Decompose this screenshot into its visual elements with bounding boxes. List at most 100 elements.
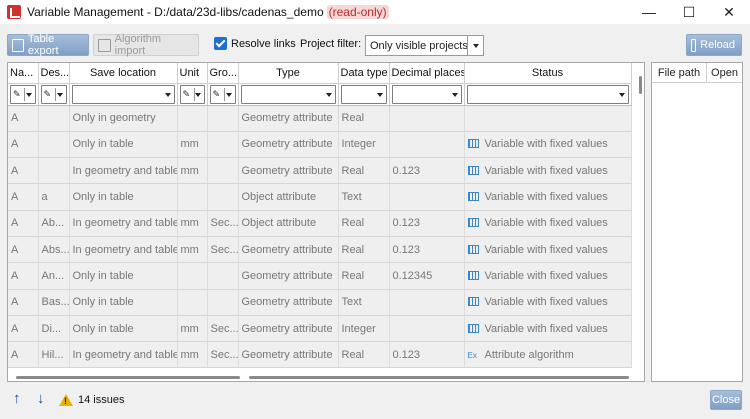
column-header[interactable]: Decimal places [389,63,465,84]
column-header-file-path[interactable]: File path [652,63,707,82]
pencil-icon: ✎ [43,88,52,99]
column-filter-input[interactable]: ✎ [10,84,36,104]
table-cell: mm [177,236,208,264]
footer: ↑ ↓ 14 issues Close [0,388,750,412]
algorithm-icon: Ex [467,350,477,360]
table-cell [389,131,465,159]
algorithm-import-button[interactable]: Algorithm import [93,33,199,57]
table-cell: Real [338,262,390,290]
table-cell [38,157,70,185]
chevron-down-icon [25,92,32,97]
horizontal-scrollbar-left[interactable] [16,376,240,379]
fixed-values-icon [467,165,479,175]
column-header[interactable]: Status [464,63,632,84]
project-filter-select[interactable]: Only visible projects [365,35,484,56]
table-cell: Real [338,236,390,264]
column-filter-input[interactable] [391,84,462,104]
chevron-down-icon [451,92,458,97]
table-cell: Di... [38,315,70,343]
table-cell: Geometry attribute [238,131,339,159]
column-header-row: Na... Des... Save location Unit Gro... Type Da… [8,63,632,84]
table-cell: Only in geometry [69,105,178,132]
table-row[interactable]: A Abs... In geometry and table mm Sec... Geom… [8,236,632,264]
table-row[interactable]: A Ab... In geometry and table mm Sec... Objec… [8,210,632,237]
fixed-values-icon [467,218,479,228]
table-row[interactable]: A Hil... In geometry and table mm Sec... Geom… [8,341,632,369]
column-filter-input[interactable] [466,84,629,104]
column-header[interactable]: Gro... [207,63,239,84]
chevron-down-icon [164,92,171,97]
table-cell: Geometry attribute [238,105,339,132]
maximize-button[interactable]: ☐ [669,0,709,24]
warning-icon [59,394,73,406]
table-cell: 0.123 [389,236,465,264]
table-row[interactable]: A In geometry and table mm Geometry attribu… [8,157,632,185]
column-filter-input[interactable]: ✎ [209,84,236,104]
vertical-scrollbar[interactable] [637,64,644,364]
table-cell: Geometry attribute [238,236,339,264]
table-cell: A [8,210,39,237]
column-filter-input[interactable] [340,84,387,104]
reload-button[interactable]: Reload [686,34,742,56]
table-cell: A [8,289,39,316]
table-cell [207,289,239,316]
table-cell [207,183,239,211]
table-cell: Only in table [69,289,178,316]
minimize-button[interactable]: — [629,0,669,24]
table-cell [389,183,465,211]
table-row[interactable]: A Only in geometry Geometry attribute Real [8,105,632,132]
column-header[interactable]: Des... [38,63,70,84]
table-cell: Integer [338,131,390,159]
column-header[interactable]: Unit [177,63,208,84]
table-cell: Geometry attribute [238,341,339,369]
table-cell [38,105,70,132]
column-filter-input[interactable] [240,84,336,104]
table-cell [177,289,208,316]
title-bar: Variable Management - D:/data/23d-libs/c… [0,0,750,24]
fixed-values-icon [467,323,479,333]
issues-count[interactable]: 14 issues [78,394,124,406]
table-cell: A [8,262,39,290]
table-cell: Integer [338,315,390,343]
table-row[interactable]: A Bas... Only in table Geometry attribute Te… [8,289,632,316]
table-cell: Ex Attribute algorithm [464,341,632,369]
column-header[interactable]: Type [238,63,339,84]
table-cell: Real [338,341,390,369]
table-cell: 0.123 [389,157,465,185]
table-row[interactable]: A Only in table mm Geometry attribute Intege… [8,131,632,159]
table-cell [38,131,70,159]
fixed-values-icon [467,192,479,202]
table-cell: Geometry attribute [238,157,339,185]
table-row[interactable]: Aa Only in table Object attribute Text Varia… [8,183,632,211]
arrow-down-icon[interactable]: ↓ [37,390,45,407]
horizontal-scrollbar-right[interactable] [249,376,629,379]
column-header[interactable]: Save location [69,63,178,84]
project-filter-label: Project filter: [300,38,362,50]
filter-cell: ✎ [177,83,208,106]
column-header-open[interactable]: Open [707,63,742,82]
column-filter-input[interactable] [71,84,175,104]
table-cell: mm [177,341,208,369]
table-cell: A [8,131,39,159]
column-header[interactable]: Data type [338,63,390,84]
table-cell: Sec... [207,210,239,237]
column-filter-input[interactable]: ✎ [40,84,67,104]
table-row[interactable]: A An... Only in table Geometry attribute Rea… [8,262,632,290]
filter-cell: ✎ [207,83,239,106]
table-cell: Variable with fixed values [464,315,632,343]
chevron-down-icon [467,36,483,55]
close-button[interactable]: Close [710,390,742,410]
table-export-button[interactable]: Table export [7,33,89,57]
table-cell: Variable with fixed values [464,289,632,316]
column-header[interactable]: Na... [8,63,39,84]
close-window-button[interactable]: ✕ [709,0,749,24]
arrow-up-icon[interactable]: ↑ [13,390,21,407]
table-cell: Sec... [207,341,239,369]
table-row[interactable]: A Di... Only in table mm Sec... Geometry attr… [8,315,632,343]
resolve-links-checkbox[interactable] [214,37,227,50]
fixed-values-icon [467,139,479,149]
table-cell: Variable with fixed values [464,131,632,159]
file-panel: File path Open [651,62,743,382]
column-filter-input[interactable]: ✎ [179,84,205,104]
filter-cell [389,83,465,106]
